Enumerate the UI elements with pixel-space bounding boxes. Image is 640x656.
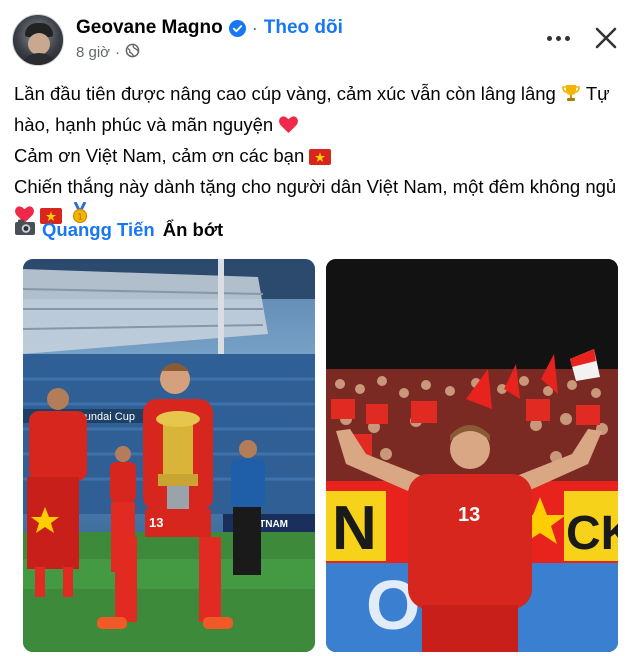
post-text: Lần đầu tiên được nâng cao cúp vàng, cảm… [14, 80, 626, 232]
banner-letters-right: CK [566, 507, 618, 560]
more-options-button[interactable] [540, 24, 576, 52]
post-line-2: Cảm ơn Việt Nam, cảm ơn các bạn [14, 145, 305, 166]
credit-profile-link[interactable]: Quangg Tiến [42, 219, 155, 241]
verified-badge-icon [228, 19, 246, 37]
red-heart-icon [278, 114, 299, 142]
trophy-icon [561, 83, 581, 111]
separator-dot: · [251, 17, 258, 38]
photo-fans-celebration[interactable]: N CK OI 13 [326, 259, 618, 652]
author-name[interactable]: Geovane Magno [76, 17, 223, 39]
photo-trophy-celebration[interactable]: AN Hyundai Cup VIETNAM 13 [23, 259, 315, 652]
camera-icon [14, 218, 36, 241]
see-less-button[interactable]: Ẩn bớt [163, 219, 223, 241]
close-button[interactable] [590, 22, 622, 54]
post-meta: 8 giờ · [76, 43, 140, 62]
author-header: Geovane Magno · Theo dõi [76, 17, 343, 39]
close-icon [595, 27, 617, 49]
post-line-3: Chiến thắng này dành tặng cho người dân … [14, 176, 617, 197]
author-avatar[interactable] [12, 14, 64, 66]
vietnam-flag-icon [309, 145, 332, 173]
right-jersey-number: 13 [458, 504, 480, 526]
follow-button[interactable]: Theo dõi [264, 17, 343, 39]
post-line-1: Lần đầu tiên được nâng cao cúp vàng, cảm… [14, 83, 556, 104]
photo-credit: Quangg Tiến Ẩn bớt [14, 218, 223, 241]
banner-letter: N [332, 494, 377, 563]
left-shorts-number: 13 [149, 515, 163, 530]
more-horizontal-icon [546, 35, 552, 41]
meta-separator: · [115, 44, 121, 61]
post-timestamp[interactable]: 8 giờ [76, 44, 110, 61]
globe-icon [125, 43, 140, 62]
facebook-post: Geovane Magno · Theo dõi 8 giờ · Lần đầu… [0, 0, 640, 656]
